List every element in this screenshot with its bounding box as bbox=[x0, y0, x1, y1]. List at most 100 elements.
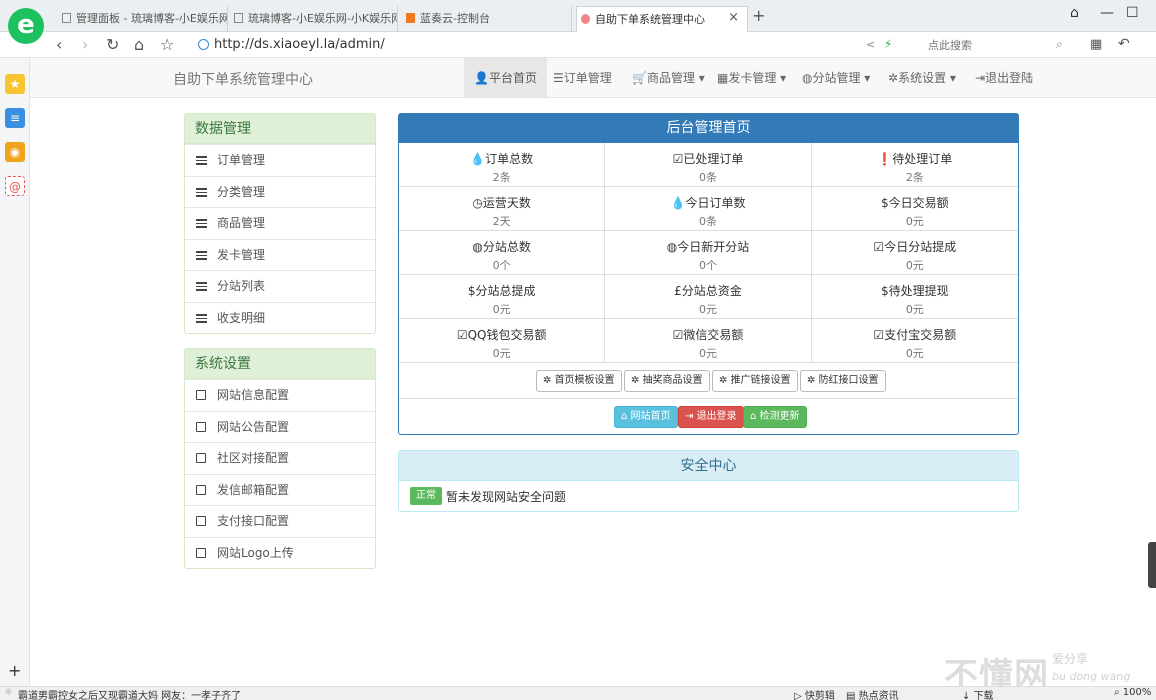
list-icon bbox=[196, 219, 207, 228]
minimize-icon[interactable]: — bbox=[1100, 5, 1114, 21]
settings-button-row: ✲ 首页模板设置 ✲ 抽奖商品设置 ✲ 推广链接设置 ✲ 防红接口设置 bbox=[399, 363, 1018, 399]
check-update-button[interactable]: ⌂ 检测更新 bbox=[743, 406, 807, 428]
search-input[interactable] bbox=[922, 34, 1072, 56]
mail-icon[interactable]: @ bbox=[5, 176, 25, 196]
star-icon[interactable]: ☆ bbox=[160, 35, 174, 54]
quick-sidebar: ★ ≡ ◉ @ + bbox=[0, 58, 30, 686]
sidebar-item-finance[interactable]: 收支明细 bbox=[185, 301, 375, 334]
tab-title: 琉璃博客-小E娱乐网-小K娱乐网 bbox=[248, 12, 398, 25]
browser-tab-2[interactable]: 琉璃博客-小E娱乐网-小K娱乐网 bbox=[230, 6, 398, 32]
share-icon[interactable]: < bbox=[866, 38, 875, 51]
apps-icon[interactable]: ▦ bbox=[1090, 37, 1102, 52]
globe-icon bbox=[198, 39, 209, 50]
nav-orders[interactable]: ☰订单管理 bbox=[543, 58, 622, 98]
new-tab-icon[interactable]: + bbox=[752, 6, 765, 25]
skin-icon[interactable]: ⌂ bbox=[1070, 5, 1079, 21]
stat-icon: $ bbox=[880, 284, 889, 298]
sidebar-item-substations[interactable]: 分站列表 bbox=[185, 270, 375, 302]
sidebar-item-community[interactable]: 社区对接配置 bbox=[185, 442, 375, 474]
grid-icon: ▦ bbox=[717, 71, 729, 85]
sidebar-item-mail[interactable]: 发信邮箱配置 bbox=[185, 473, 375, 506]
stat-label: 💧订单总数 bbox=[399, 150, 604, 167]
sidebar-item-label: 分类管理 bbox=[217, 184, 266, 199]
nav-settings[interactable]: ✲系统设置 ▾ bbox=[878, 58, 966, 98]
page-icon bbox=[581, 14, 590, 24]
button-label: 防红接口设置 bbox=[818, 375, 879, 386]
weibo-icon[interactable]: ◉ bbox=[5, 142, 25, 162]
logout-button[interactable]: ⇥ 退出登录 bbox=[678, 406, 744, 428]
stat-label-text: 已处理订单 bbox=[683, 152, 744, 166]
sidebar-item-payment[interactable]: 支付接口配置 bbox=[185, 505, 375, 537]
sidebar-item-products[interactable]: 商品管理 bbox=[185, 207, 375, 239]
home-template-button[interactable]: ✲ 首页模板设置 bbox=[536, 370, 622, 392]
sidebar-item-site-info[interactable]: 网站信息配置 bbox=[185, 379, 375, 411]
sidebar-item-categories[interactable]: 分类管理 bbox=[185, 175, 375, 208]
status-item-download[interactable]: ↓ 下载 bbox=[962, 687, 994, 700]
stat-icon: ☑ bbox=[456, 328, 468, 342]
anti-red-button[interactable]: ✲ 防红接口设置 bbox=[800, 370, 886, 392]
news-ticker-link[interactable]: 霸道男霸控女之后又现霸道大妈 网友：一孝子齐了 bbox=[18, 687, 241, 700]
browser-logo-icon[interactable]: e bbox=[8, 8, 44, 44]
lottery-settings-button[interactable]: ✲ 抽奖商品设置 bbox=[624, 370, 710, 392]
sidebar-item-label: 网站信息配置 bbox=[217, 388, 290, 402]
refresh-icon[interactable]: ↻ bbox=[106, 35, 119, 54]
status-item-quickcut[interactable]: ▷ 快剪辑 bbox=[794, 687, 835, 700]
nav-substations[interactable]: ◍分站管理 ▾ bbox=[792, 58, 880, 98]
stat-label: ☑微信交易额 bbox=[605, 326, 810, 343]
stat-label: ◍分站总数 bbox=[399, 238, 604, 255]
stat-label: ☑QQ钱包交易额 bbox=[399, 326, 604, 343]
browser-tab-1[interactable]: 管理面板 - 琉璃博客-小E娱乐网 bbox=[58, 6, 228, 32]
nav-home[interactable]: 👤平台首页 bbox=[464, 58, 547, 98]
list-icon bbox=[196, 282, 207, 291]
undo-icon[interactable]: ↶ bbox=[1118, 36, 1130, 52]
notes-icon[interactable]: ≡ bbox=[5, 108, 25, 128]
stat-icon: ◍ bbox=[666, 240, 678, 254]
stat-value: 2条 bbox=[905, 171, 924, 184]
stat-cell: ☑今日分站提成 0元 bbox=[811, 231, 1018, 275]
nav-cards[interactable]: ▦发卡管理 ▾ bbox=[707, 58, 796, 98]
data-management-panel: 数据管理 订单管理 分类管理 商品管理 发卡管理 分站列表 收支明细 bbox=[184, 113, 376, 334]
status-item-zoom[interactable]: ⌕ 100% bbox=[1114, 687, 1151, 698]
stat-icon: ❗ bbox=[877, 152, 893, 166]
favorites-icon[interactable]: ★ bbox=[5, 74, 25, 94]
stat-cell: ❗待处理订单 2条 bbox=[811, 143, 1018, 187]
stat-label: ❗待处理订单 bbox=[812, 150, 1018, 167]
stat-icon: 💧 bbox=[470, 152, 486, 166]
site-home-button[interactable]: ⌂ 网站首页 bbox=[614, 406, 678, 428]
stat-value: 2天 bbox=[492, 215, 511, 228]
browser-tab-3[interactable]: 蓝奏云-控制台 bbox=[402, 6, 572, 32]
button-label: 推广链接设置 bbox=[730, 375, 791, 386]
sidebar-item-logo[interactable]: 网站Logo上传 bbox=[185, 536, 375, 569]
checkbox-icon bbox=[196, 516, 206, 526]
back-icon[interactable]: ‹ bbox=[56, 35, 62, 54]
stat-value: 0条 bbox=[698, 171, 717, 184]
sidebar-item-cards[interactable]: 发卡管理 bbox=[185, 238, 375, 271]
lightning-icon[interactable]: ⚡ bbox=[884, 37, 892, 51]
watermark-pinyin: bu dong wang bbox=[1052, 670, 1131, 683]
nav-products[interactable]: 🛒商品管理 ▾ bbox=[622, 58, 715, 98]
sidebar-item-announcement[interactable]: 网站公告配置 bbox=[185, 410, 375, 443]
url-field[interactable]: http://ds.xiaoeyl.la/admin/ bbox=[190, 34, 920, 56]
site-brand[interactable]: 自助下单系统管理中心 bbox=[173, 69, 313, 89]
browser-tab-4[interactable]: 自助下单系统管理中心 × bbox=[576, 6, 748, 32]
stat-label: 💧今日订单数 bbox=[605, 194, 810, 211]
sidebar-item-orders[interactable]: 订单管理 bbox=[185, 144, 375, 176]
sidebar-item-label: 订单管理 bbox=[217, 153, 266, 167]
stat-cell: 💧今日订单数 0条 bbox=[605, 187, 812, 231]
home-icon[interactable]: ⌂ bbox=[134, 35, 144, 54]
add-icon[interactable]: + bbox=[8, 661, 21, 680]
promo-link-button[interactable]: ✲ 推广链接设置 bbox=[712, 370, 798, 392]
globe-icon: ◍ bbox=[802, 71, 813, 85]
side-scroll-handle[interactable] bbox=[1148, 542, 1156, 588]
page-icon bbox=[234, 13, 243, 23]
expand-icon[interactable]: ☼ bbox=[4, 687, 13, 698]
top-navbar: 自助下单系统管理中心 👤平台首页 ☰订单管理 🛒商品管理 ▾ ▦发卡管理 ▾ ◍… bbox=[30, 58, 1156, 98]
nav-logout[interactable]: ⇥退出登陆 bbox=[965, 58, 1043, 98]
stat-label-text: 订单总数 bbox=[485, 152, 534, 166]
forward-icon[interactable]: › bbox=[82, 35, 88, 54]
maximize-icon[interactable]: ☐ bbox=[1126, 5, 1139, 21]
close-icon[interactable]: × bbox=[728, 10, 739, 25]
stat-label-text: 待处理订单 bbox=[892, 152, 953, 166]
search-icon[interactable]: ⌕ bbox=[1056, 37, 1063, 52]
status-item-hotnews[interactable]: ▤ 热点资讯 bbox=[846, 687, 899, 700]
